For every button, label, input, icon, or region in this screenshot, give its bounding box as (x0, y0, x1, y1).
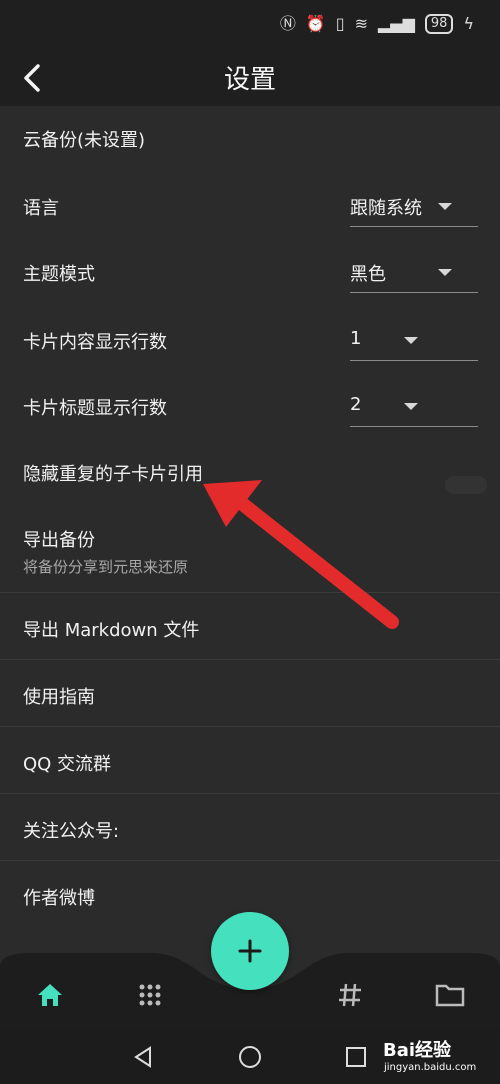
grid-icon (139, 984, 161, 1006)
author-weibo-row[interactable]: 作者微博 (0, 876, 500, 916)
cloud-backup-row[interactable]: 云备份(未设置) (0, 118, 500, 158)
plus-icon (238, 939, 262, 963)
card-title-lines-label: 卡片标题显示行数 (23, 398, 167, 419)
qq-group-label: QQ 交流群 (23, 754, 112, 775)
divider (0, 726, 500, 727)
chevron-down-icon (404, 337, 418, 344)
nfc-icon: Ⓝ (279, 14, 296, 33)
theme-select[interactable]: 黑色 (350, 252, 478, 293)
back-arrow-icon[interactable] (18, 60, 54, 96)
home-icon (38, 984, 62, 1006)
guide-row[interactable]: 使用指南 (0, 675, 500, 715)
theme-label: 主题模式 (23, 264, 95, 285)
folder-tab[interactable] (430, 975, 470, 1015)
page-title: 设置 (223, 64, 276, 95)
author-weibo-label: 作者微博 (23, 888, 95, 909)
home-nav-icon[interactable] (237, 1044, 263, 1070)
export-backup-label: 导出备份 (23, 530, 95, 551)
chevron-down-icon (404, 403, 418, 410)
recents-nav-icon[interactable] (343, 1044, 369, 1070)
signal-icon: ▂▄▆ (377, 14, 415, 33)
language-select[interactable]: 跟随系统 (350, 186, 478, 227)
follow-account-label: 关注公众号: (23, 821, 120, 842)
chevron-down-icon (438, 269, 452, 276)
back-nav-icon[interactable] (130, 1044, 156, 1070)
divider (0, 592, 500, 593)
divider (0, 659, 500, 660)
hashtag-icon (339, 983, 361, 1007)
card-title-lines-value: 2 (350, 394, 362, 415)
hide-duplicate-row[interactable]: 隐藏重复的子卡片引用 (0, 452, 500, 492)
hashtag-tab[interactable] (330, 975, 370, 1015)
theme-value: 黑色 (350, 264, 386, 285)
home-tab[interactable] (30, 975, 70, 1015)
app-bar: 设置 (0, 48, 500, 106)
card-title-lines-select[interactable]: 2 (350, 386, 478, 427)
status-bar: Ⓝ ⏰ ▯ ≋ ▂▄▆ 98 ϟ (0, 0, 500, 48)
alarm-icon: ⏰ (305, 14, 326, 33)
cloud-backup-label: 云备份(未设置) (23, 130, 146, 151)
battery-indicator: 98 (424, 14, 454, 34)
card-content-lines-select[interactable]: 1 (350, 320, 478, 361)
add-button[interactable] (211, 912, 289, 990)
export-markdown-label: 导出 Markdown 文件 (23, 620, 200, 641)
wifi-icon: ≋ (354, 14, 368, 33)
charging-icon: ϟ (463, 14, 474, 33)
watermark-url: jingyan.baidu.com (384, 1062, 477, 1073)
export-backup-row[interactable]: 导出备份 将备份分享到元思来还原 (0, 520, 500, 580)
grid-tab[interactable] (130, 975, 170, 1015)
divider (0, 860, 500, 861)
qq-group-row[interactable]: QQ 交流群 (0, 742, 500, 782)
follow-account-row[interactable]: 关注公众号: (0, 809, 500, 849)
card-content-lines-label: 卡片内容显示行数 (23, 332, 167, 353)
folder-icon (435, 984, 465, 1007)
divider (0, 793, 500, 794)
hide-duplicate-toggle[interactable] (445, 476, 487, 494)
watermark-brand: Bai经验 (383, 1040, 452, 1061)
export-markdown-row[interactable]: 导出 Markdown 文件 (0, 608, 500, 648)
language-value: 跟随系统 (350, 198, 422, 219)
card-content-lines-value: 1 (350, 328, 362, 349)
hide-duplicate-label: 隐藏重复的子卡片引用 (23, 464, 203, 485)
guide-label: 使用指南 (23, 687, 95, 708)
export-backup-sub: 将备份分享到元思来还原 (23, 558, 189, 576)
chevron-down-icon (438, 203, 452, 210)
language-label: 语言 (23, 198, 59, 219)
vibrate-icon: ▯ (335, 14, 345, 33)
